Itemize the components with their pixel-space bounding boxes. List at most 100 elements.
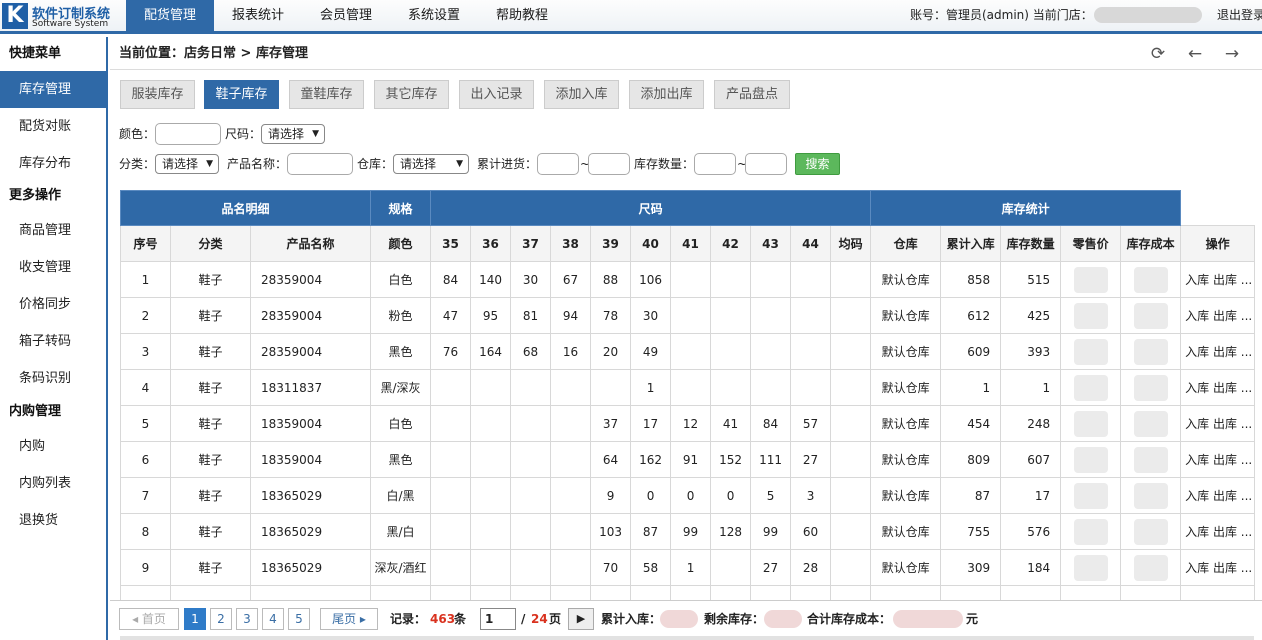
tab-add-stock-in[interactable]: 添加入库	[544, 80, 619, 109]
top-navbar: K 软件订制系统 Software System 配货管理 报表统计 会员管理 …	[0, 0, 1262, 34]
search-button[interactable]: 搜索	[795, 153, 840, 175]
go-page-button[interactable]: ▶	[568, 608, 594, 630]
table-cell	[830, 477, 872, 514]
arrow-right-icon[interactable]: →	[1221, 43, 1243, 65]
product-name-input[interactable]	[287, 153, 353, 175]
tab-shoe-stock[interactable]: 鞋子库存	[204, 80, 279, 109]
warehouse-select[interactable]: 请选择 ▼	[393, 154, 469, 174]
column-header: 分类	[170, 225, 251, 262]
row-actions[interactable]: 入库 出库 ...	[1180, 549, 1256, 586]
table-row[interactable]: 4 鞋子 18311837 黑/深灰 1 默认仓库 1 1 入库 出库 ...	[120, 369, 1256, 406]
color-input[interactable]	[155, 123, 221, 145]
row-actions[interactable]: 入库 出库 ...	[1180, 513, 1256, 550]
row-actions[interactable]: 入库 出库 ...	[1180, 333, 1256, 370]
sidebar-item-reconcile[interactable]: 配货对账	[0, 108, 106, 145]
tab-add-stock-out[interactable]: 添加出库	[629, 80, 704, 109]
column-header: 41	[670, 225, 712, 262]
sidebar-item-returns[interactable]: 退换货	[0, 502, 106, 539]
table-row[interactable]: 7 鞋子 18365029 白/黑 9 0 0 0 5 3 默认仓库 87 17 入库 出库 ...	[120, 477, 1256, 514]
nav-distribution[interactable]: 配货管理	[126, 0, 214, 31]
table-cell	[510, 369, 552, 406]
sidebar-section-quick: 快捷菜单	[9, 46, 62, 61]
page-3-button[interactable]: 3	[236, 608, 258, 630]
row-actions[interactable]: 入库 出库 ...	[1180, 297, 1256, 334]
table-cell: 默认仓库	[870, 333, 942, 370]
sidebar-item-barcode[interactable]: 条码识别	[0, 360, 106, 397]
logout-link[interactable]: 退出登录	[1217, 0, 1262, 31]
redacted-value	[1133, 374, 1168, 401]
tab-inventory-check[interactable]: 产品盘点	[714, 80, 790, 109]
horizontal-scrollbar[interactable]	[120, 636, 1254, 640]
table-row[interactable]: 8 鞋子 18365029 黑/白 103 87 99 128 99 60 默认仓库 755 576 入库…	[120, 513, 1256, 550]
table-cell: 28359004	[249, 333, 372, 370]
row-actions[interactable]: 入库 出库 ...	[1180, 369, 1256, 406]
table-cell: 黑/深灰	[370, 369, 432, 406]
page-number-input[interactable]: 1	[480, 608, 516, 630]
warehouse-label: 仓库：	[357, 157, 394, 171]
table-cell: 0	[710, 477, 752, 514]
table-row[interactable]: 5 鞋子 18359004 白色 37 17 12 41 84 57 默认仓库 454 248 入库 出库…	[120, 405, 1256, 442]
row-actions[interactable]: 入库 出库 ...	[1180, 261, 1256, 298]
group-header-stats: 库存统计	[870, 190, 1182, 226]
sidebar-item-box-transcode[interactable]: 箱子转码	[0, 323, 106, 360]
stock-qty-min-input[interactable]	[694, 153, 736, 175]
table-row[interactable]: 2 鞋子 28359004 粉色 47 95 81 94 78 30 默认仓库 612 425 入库 出库…	[120, 297, 1256, 334]
table-cell: 鞋子	[170, 261, 251, 298]
table-row[interactable]: 9 鞋子 18365029 深灰/酒红 70 58 1 27 28 默认仓库 309 184 入库 出库…	[120, 549, 1256, 586]
table-cell: 1	[670, 549, 712, 586]
tab-clothing-stock[interactable]: 服装库存	[120, 80, 195, 109]
redacted-value	[1073, 410, 1108, 437]
sidebar-item-distribution[interactable]: 库存分布	[0, 145, 106, 182]
total-in-max-input[interactable]	[588, 153, 630, 175]
arrow-left-icon[interactable]: ←	[1184, 43, 1206, 65]
table-cell	[830, 369, 872, 406]
redacted-value	[1073, 266, 1108, 293]
sidebar-section-internal: 内购管理	[9, 404, 62, 419]
sidebar: 快捷菜单 库存管理 配货对账 库存分布 更多操作 商品管理 收支管理 价格同步 …	[0, 37, 108, 640]
sidebar-item-inventory[interactable]: 库存管理	[0, 71, 106, 108]
table-cell: 99	[670, 513, 712, 550]
table-cell	[430, 441, 472, 478]
page-2-button[interactable]: 2	[210, 608, 232, 630]
row-actions[interactable]: 入库 出库 ...	[1180, 477, 1256, 514]
nav-reports[interactable]: 报表统计	[214, 0, 302, 31]
table-cell	[550, 513, 592, 550]
first-page-button[interactable]: ◂ 首页	[119, 608, 179, 630]
size-select[interactable]: 请选择 ▼	[261, 124, 325, 144]
table-row[interactable]: 6 鞋子 18359004 黑色 64 162 91 152 111 27 默认仓库 809 607 入库…	[120, 441, 1256, 478]
table-cell: 黑色	[370, 441, 432, 478]
page-4-button[interactable]: 4	[262, 608, 284, 630]
table-cell	[510, 513, 552, 550]
page-5-button[interactable]: 5	[288, 608, 310, 630]
sidebar-item-products[interactable]: 商品管理	[0, 212, 106, 249]
table-row[interactable]: 1 鞋子 28359004 白色 84 140 30 67 88 106 默认仓库 858 515 入库 …	[120, 261, 1256, 298]
table-cell: 164	[470, 333, 512, 370]
category-select[interactable]: 请选择 ▼	[155, 154, 219, 174]
column-header: 库存数量	[1000, 225, 1062, 262]
sidebar-item-internal-purchase[interactable]: 内购	[0, 428, 106, 465]
table-cell	[670, 297, 712, 334]
table-cell: 鞋子	[170, 513, 251, 550]
tab-kids-shoe-stock[interactable]: 童鞋库存	[289, 80, 364, 109]
tab-other-stock[interactable]: 其它库存	[374, 80, 449, 109]
refresh-icon[interactable]: ⟳	[1147, 43, 1169, 65]
nav-members[interactable]: 会员管理	[302, 0, 390, 31]
nav-settings[interactable]: 系统设置	[390, 0, 478, 31]
sidebar-item-finance[interactable]: 收支管理	[0, 249, 106, 286]
row-actions[interactable]: 入库 出库 ...	[1180, 405, 1256, 442]
table-cell: 99	[750, 513, 792, 550]
table-cell: 18311837	[249, 369, 372, 406]
row-actions[interactable]: 入库 出库 ...	[1180, 441, 1256, 478]
nav-help[interactable]: 帮助教程	[478, 0, 566, 31]
sidebar-item-internal-list[interactable]: 内购列表	[0, 465, 106, 502]
table-cell: 鞋子	[170, 369, 251, 406]
tab-in-out-records[interactable]: 出入记录	[459, 80, 534, 109]
last-page-button[interactable]: 尾页 ▸	[320, 608, 378, 630]
table-row[interactable]: 3 鞋子 28359004 黑色 76 164 68 16 20 49 默认仓库 609 393 入库 出…	[120, 333, 1256, 370]
warehouse-select-value: 请选择	[400, 157, 437, 171]
stock-qty-max-input[interactable]	[745, 153, 787, 175]
total-in-min-input[interactable]	[537, 153, 579, 175]
table-cell: 95	[470, 297, 512, 334]
sidebar-item-price-sync[interactable]: 价格同步	[0, 286, 106, 323]
page-1-button[interactable]: 1	[184, 608, 206, 630]
